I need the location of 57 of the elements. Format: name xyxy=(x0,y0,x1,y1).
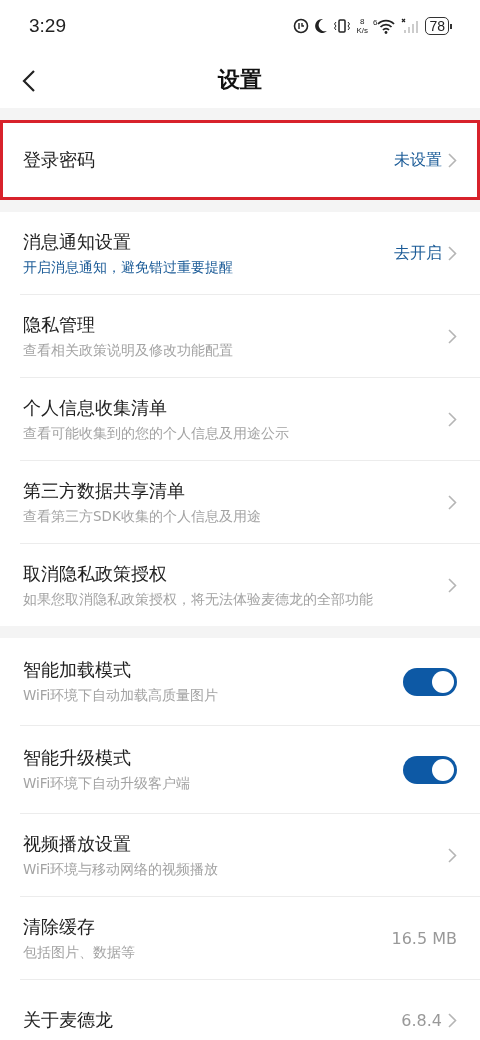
setting-title: 第三方数据共享清单 xyxy=(23,478,186,503)
setting-row[interactable]: 视频播放设置 WiFi环境与移动网络的视频播放 xyxy=(0,814,480,896)
setting-row[interactable]: 取消隐私政策授权 如果您取消隐私政策授权，将无法体验麦德龙的全部功能 xyxy=(0,544,480,626)
network-speed-unit: K/s xyxy=(356,26,368,35)
setting-title: 个人信息收集清单 xyxy=(23,395,168,420)
setting-value: 未设置 xyxy=(394,149,442,171)
setting-description: WiFi环境与移动网络的视频播放 xyxy=(23,859,220,879)
signal-icon xyxy=(400,18,421,34)
setting-description: 查看第三方SDK收集的个人信息及用途 xyxy=(23,506,262,526)
setting-row[interactable]: 隐私管理 查看相关政策说明及修改功能配置 xyxy=(0,295,480,377)
chevron-icon[interactable] xyxy=(448,411,457,427)
setting-row[interactable]: 智能加载模式 WiFi环境下自动加载高质量图片 xyxy=(0,638,480,725)
chevron-icon[interactable] xyxy=(448,494,457,510)
setting-title: 消息通知设置 xyxy=(23,229,132,254)
setting-title: 关于麦德龙 xyxy=(23,1008,114,1032)
moon-icon xyxy=(314,18,329,34)
chevron-icon[interactable] xyxy=(448,847,457,863)
setting-row[interactable]: 第三方数据共享清单 查看第三方SDK收集的个人信息及用途 xyxy=(0,461,480,543)
setting-title: 隐私管理 xyxy=(23,312,96,337)
status-time: 3:29 xyxy=(29,15,66,37)
setting-row[interactable]: 登录密码 未设置 xyxy=(0,120,480,200)
setting-title: 智能加载模式 xyxy=(23,658,132,682)
setting-description: 查看可能收集到的您的个人信息及用途公示 xyxy=(23,423,290,443)
setting-description: 开启消息通知，避免错过重要提醒 xyxy=(23,257,234,277)
battery-icon: 78 xyxy=(425,17,452,35)
back-icon xyxy=(22,70,36,92)
setting-title: 视频播放设置 xyxy=(23,831,132,856)
toggle-switch[interactable] xyxy=(403,755,457,784)
setting-row[interactable]: 个人信息收集清单 查看可能收集到的您的个人信息及用途公示 xyxy=(0,378,480,460)
chevron-icon[interactable] xyxy=(448,245,457,261)
setting-row[interactable]: 清除缓存 包括图片、数据等 16.5 MB xyxy=(0,897,480,979)
setting-description: WiFi环境下自动加载高质量图片 xyxy=(23,686,220,705)
setting-description: 包括图片、数据等 xyxy=(23,942,136,962)
setting-title: 清除缓存 xyxy=(23,914,96,939)
setting-description: WiFi环境下自动升级客户端 xyxy=(23,774,192,793)
toggle-switch[interactable] xyxy=(403,667,457,696)
setting-row[interactable]: 消息通知设置 开启消息通知，避免错过重要提醒 去开启 xyxy=(0,212,480,294)
setting-value: 去开启 xyxy=(394,242,442,264)
setting-value: 16.5 MB xyxy=(391,928,457,948)
chevron-icon[interactable] xyxy=(448,152,457,168)
setting-value: 6.8.4 xyxy=(401,1010,442,1030)
chevron-icon[interactable] xyxy=(448,1012,457,1028)
setting-row[interactable]: 智能升级模式 WiFi环境下自动升级客户端 xyxy=(0,726,480,813)
setting-row[interactable]: 关于麦德龙 6.8.4 xyxy=(0,980,480,1040)
wifi-icon xyxy=(377,18,396,34)
setting-title: 登录密码 xyxy=(23,148,96,172)
network-speed: 8 xyxy=(359,17,365,26)
setting-description: 如果您取消隐私政策授权，将无法体验麦德龙的全部功能 xyxy=(23,589,374,609)
page-title: 设置 xyxy=(218,66,262,94)
setting-title: 取消隐私政策授权 xyxy=(23,561,168,586)
chevron-icon[interactable] xyxy=(448,328,457,344)
chevron-icon[interactable] xyxy=(448,577,457,593)
setting-title: 智能升级模式 xyxy=(23,746,132,770)
wifi-label: 6 xyxy=(372,18,378,27)
setting-description: 查看相关政策说明及修改功能配置 xyxy=(23,340,234,360)
vibrate-icon xyxy=(333,18,352,34)
alarm-icon xyxy=(293,18,310,34)
